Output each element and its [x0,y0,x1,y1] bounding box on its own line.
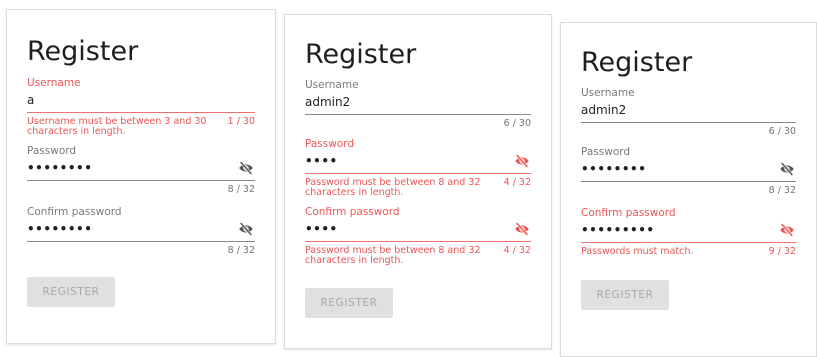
register-card-password-error: Register Username admin2 6 / 30 Password… [284,14,552,349]
confirm-password-field[interactable]: Confirm password ••••••••• Passwords mus… [581,207,796,257]
confirm-password-label: Confirm password [305,206,400,218]
eye-off-icon[interactable] [237,160,255,176]
username-field[interactable]: Username a Username must be between 3 an… [27,77,255,137]
password-masked-value: •••••••• [27,161,93,175]
confirm-password-field[interactable]: Confirm password •••••••• 8 / 32 [27,206,255,256]
register-button[interactable]: REGISTER [27,277,115,307]
page-title: Register [305,39,417,70]
password-hint: 8 / 32 [27,185,255,195]
password-input[interactable]: •••••••• [27,158,255,181]
username-hint: Username must be between 3 and 30 charac… [27,117,255,137]
password-input[interactable]: •••• [305,151,531,174]
username-hint: 6 / 30 [581,127,796,137]
username-char-counter: 6 / 30 [768,126,796,137]
username-hint: 6 / 30 [305,119,531,129]
password-char-counter: 4 / 32 [503,177,531,188]
password-label: Password [581,146,631,158]
password-hint: 8 / 32 [581,186,796,196]
confirm-password-char-counter: 9 / 32 [768,246,796,257]
confirm-password-char-counter: 8 / 32 [227,245,255,256]
password-label: Password [305,138,355,150]
confirm-password-error-message: Passwords must match. [581,246,694,257]
eye-off-icon[interactable] [778,222,796,238]
password-masked-value: •••••••• [581,162,647,176]
confirm-password-input[interactable]: •••• [305,219,531,242]
username-field[interactable]: Username admin2 6 / 30 [305,79,531,129]
username-error-message: Username must be between 3 and 30 charac… [27,116,207,137]
username-char-counter: 6 / 30 [503,118,531,129]
username-label: Username [305,79,359,91]
username-input[interactable]: a [27,90,255,113]
password-masked-value: •••• [305,154,338,168]
eye-off-icon[interactable] [237,221,255,237]
eye-off-icon[interactable] [513,221,531,237]
confirm-password-label: Confirm password [27,206,122,218]
username-label: Username [27,77,81,89]
password-field[interactable]: Password •••••••• 8 / 32 [581,146,796,196]
register-card-username-error: Register Username a Username must be bet… [6,9,276,344]
confirm-password-masked-value: •••• [305,222,338,236]
confirm-password-char-counter: 4 / 32 [503,245,531,256]
eye-off-icon[interactable] [513,153,531,169]
page-title: Register [581,47,693,78]
username-input[interactable]: admin2 [305,92,531,115]
password-hint: Password must be between 8 and 32 charac… [305,178,531,198]
password-field[interactable]: Password •••• Password must be between 8… [305,138,531,198]
confirm-password-masked-value: •••••••• [27,222,93,236]
password-input[interactable]: •••••••• [581,159,796,182]
confirm-password-input[interactable]: •••••••• [27,219,255,242]
confirm-password-field[interactable]: Confirm password •••• Password must be b… [305,206,531,266]
confirm-password-label: Confirm password [581,207,676,219]
confirm-password-error-message: Password must be between 8 and 32 charac… [305,245,481,266]
password-char-counter: 8 / 32 [768,185,796,196]
username-field[interactable]: Username admin2 6 / 30 [581,87,796,137]
password-field[interactable]: Password •••••••• 8 / 32 [27,145,255,195]
confirm-password-hint: Password must be between 8 and 32 charac… [305,246,531,266]
confirm-password-masked-value: ••••••••• [581,223,655,237]
username-char-counter: 1 / 30 [227,116,255,127]
register-card-mismatch-error: Register Username admin2 6 / 30 Password… [560,22,817,357]
confirm-password-hint: 8 / 32 [27,246,255,256]
register-button[interactable]: REGISTER [305,288,393,318]
register-button[interactable]: REGISTER [581,280,669,310]
username-input[interactable]: admin2 [581,100,796,123]
confirm-password-hint: Passwords must match. 9 / 32 [581,247,796,257]
eye-off-icon[interactable] [778,161,796,177]
confirm-password-input[interactable]: ••••••••• [581,220,796,243]
password-label: Password [27,145,77,157]
username-label: Username [581,87,635,99]
page-title: Register [27,36,139,67]
password-char-counter: 8 / 32 [227,184,255,195]
password-error-message: Password must be between 8 and 32 charac… [305,177,481,198]
